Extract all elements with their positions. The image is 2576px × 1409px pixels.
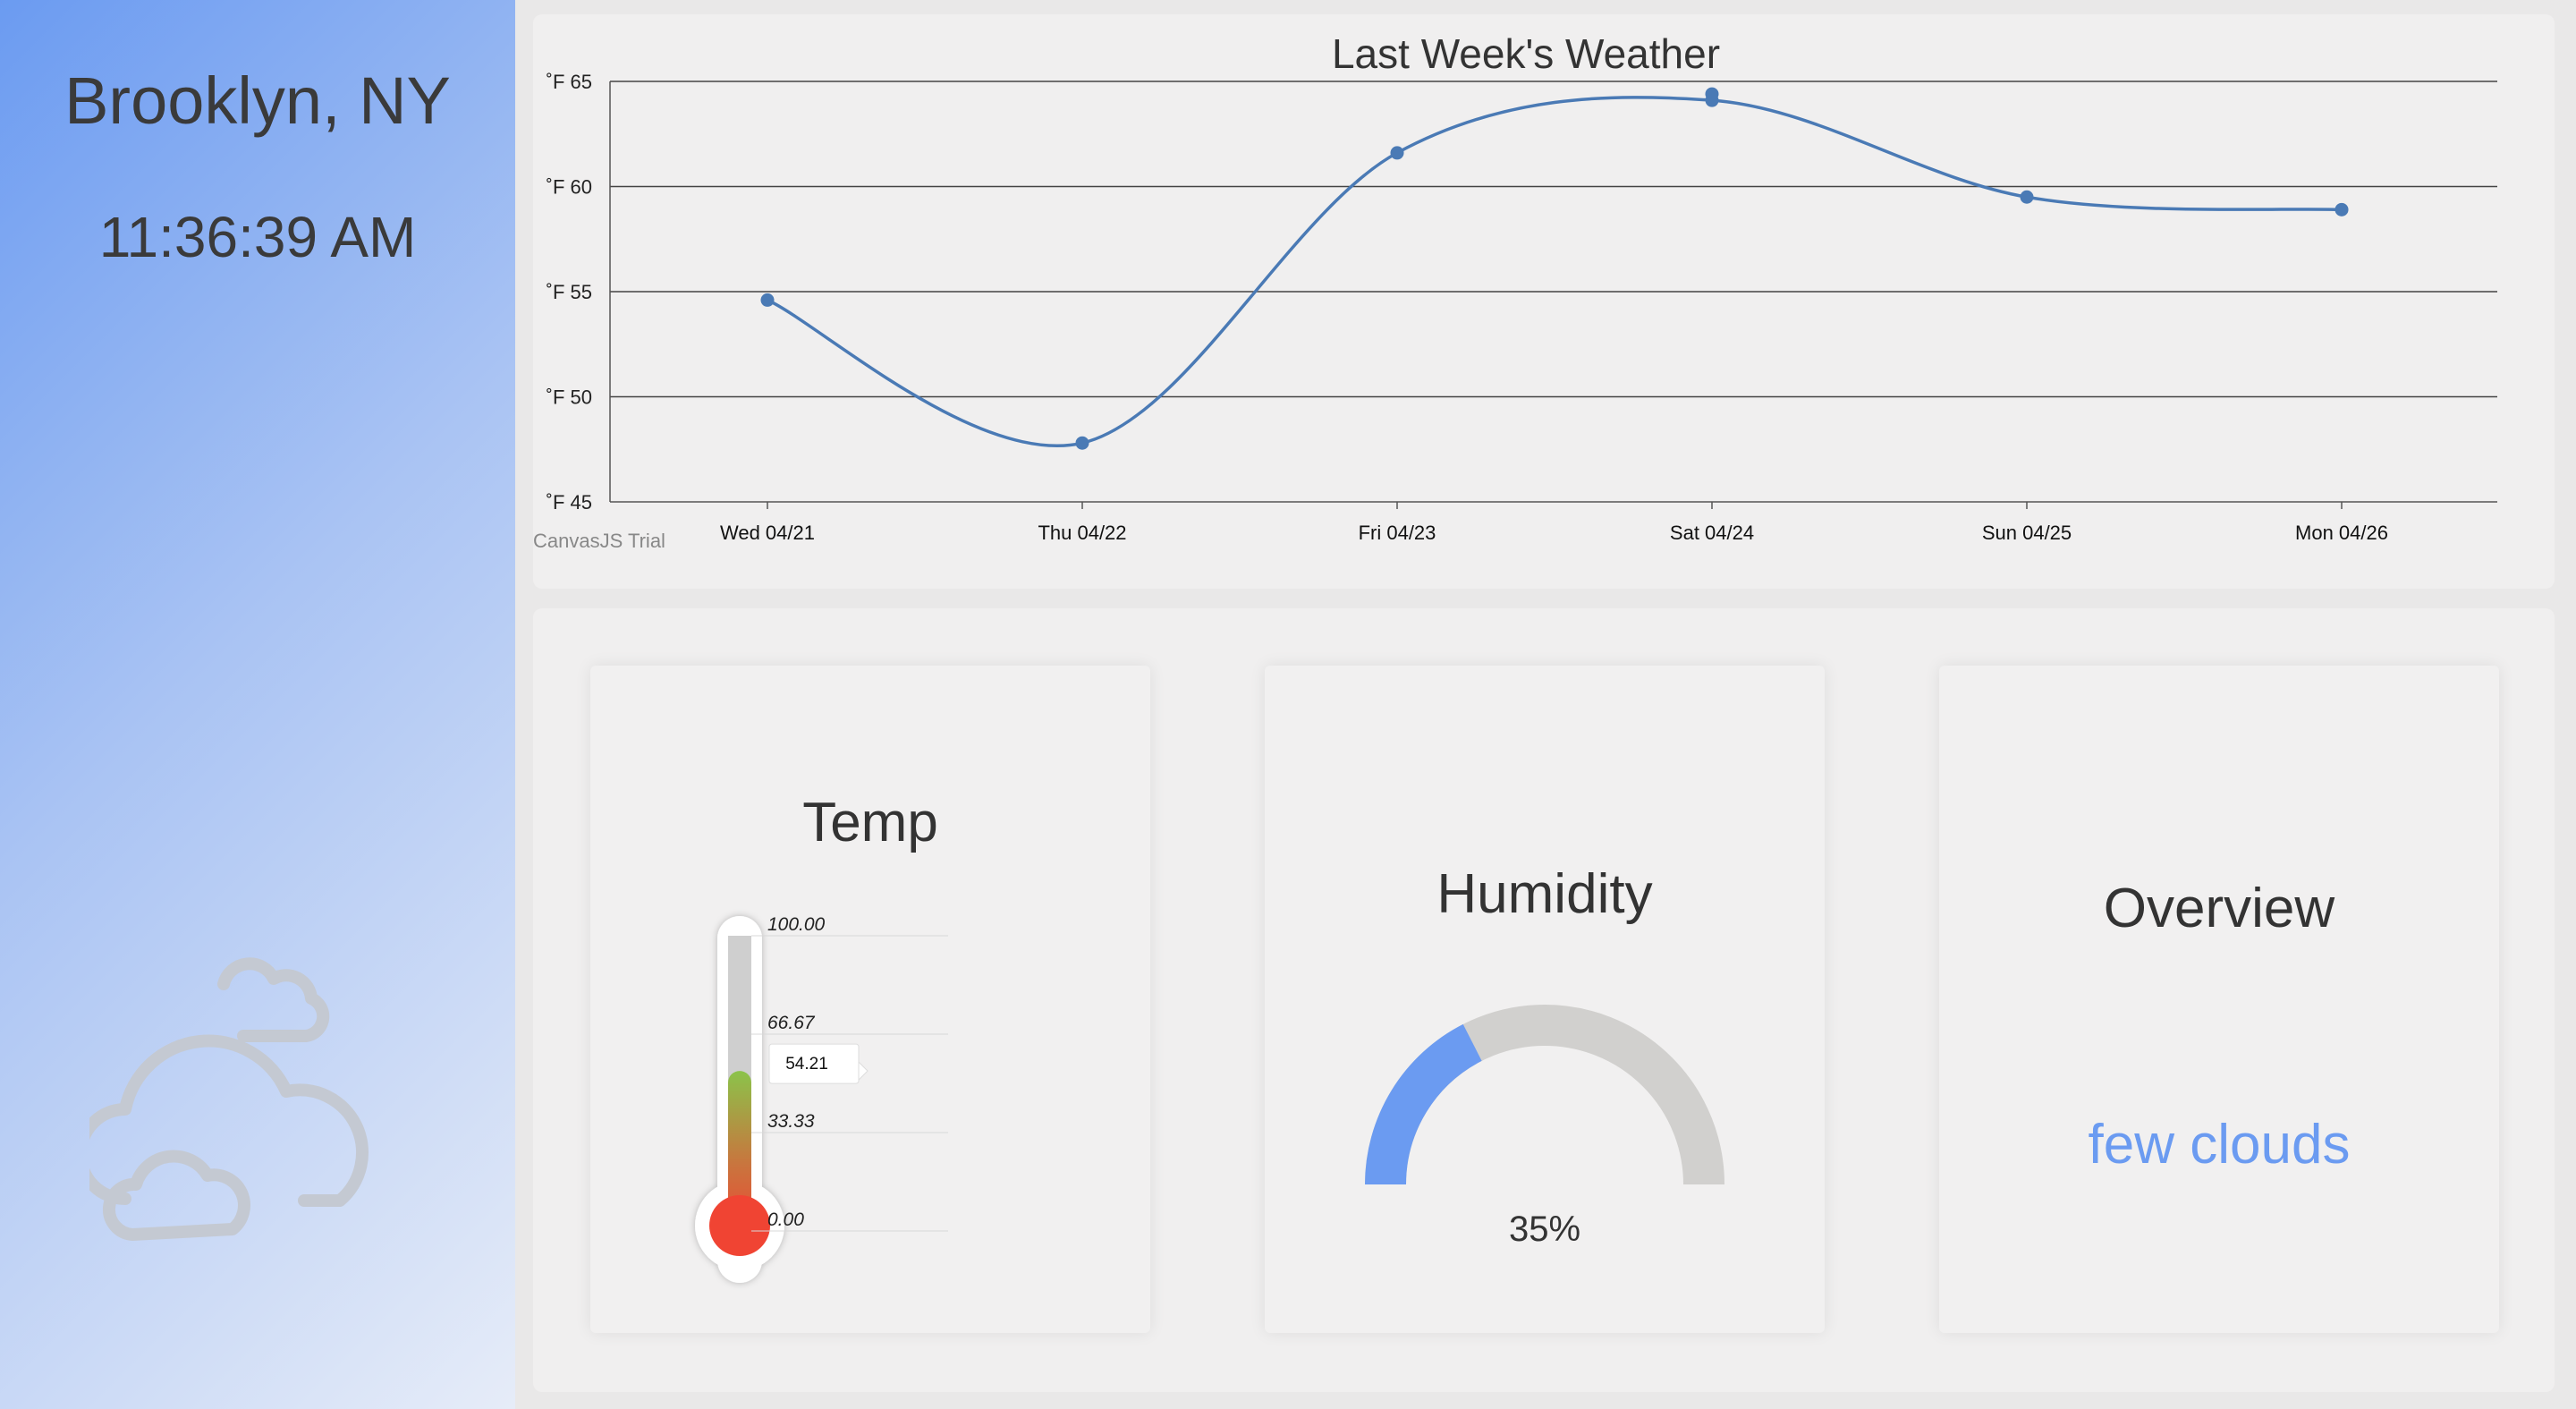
tooltip-pointer — [858, 1060, 869, 1082]
thermometer-tick-label: 0.00 — [767, 1210, 804, 1230]
y-tick-label: ˚F 55 — [547, 281, 592, 303]
weather-line-chart: Last Week's Weather ˚F 45 ˚F 50 ˚F 55 ˚F 60… — [533, 30, 2497, 552]
humidity-card: Humidity 35% — [1265, 666, 1825, 1333]
x-tick-label: Sun 04/25 — [1982, 522, 2072, 544]
data-point[interactable] — [1075, 436, 1089, 450]
overview-title: Overview — [2103, 878, 2335, 939]
data-point[interactable] — [1390, 146, 1404, 160]
humidity-gauge-fill — [1365, 1023, 1483, 1185]
data-point[interactable] — [2020, 190, 2034, 204]
x-tick-label: Fri 04/23 — [1359, 522, 1436, 544]
metrics-panel: Temp 100.00 66.67 33.33 0.00 54.21 Humid… — [533, 608, 2555, 1392]
thermometer-bulb — [709, 1195, 770, 1256]
series-line — [767, 96, 2343, 447]
x-tick-label: Thu 04/22 — [1038, 522, 1126, 544]
thermometer-gauge: 100.00 66.67 33.33 0.00 54.21 — [695, 914, 948, 1283]
sidebar: Brooklyn, NY 11:36:39 AM — [0, 0, 515, 1409]
data-point[interactable] — [760, 293, 775, 307]
current-time: 11:36:39 AM — [98, 205, 417, 269]
temp-card: Temp 100.00 66.67 33.33 0.00 54.21 — [590, 666, 1150, 1333]
city-name: Brooklyn, NY — [64, 64, 451, 138]
y-tick-label: ˚F 45 — [547, 491, 592, 514]
cloud-icon — [89, 957, 369, 1241]
x-tick-label: Sat 04/24 — [1670, 522, 1754, 544]
y-tick-label: ˚F 60 — [547, 176, 592, 199]
weather-chart-panel: Last Week's Weather ˚F 45 ˚F 50 ˚F 55 ˚F 60… — [533, 14, 2555, 589]
chart-watermark: CanvasJS Trial — [533, 530, 665, 552]
thermometer-tick-label: 33.33 — [767, 1111, 815, 1132]
y-tick-label: ˚F 65 — [547, 71, 592, 93]
x-tick-label: Wed 04/21 — [720, 522, 815, 544]
temp-title: Temp — [802, 792, 938, 853]
thermometer-tick-label: 100.00 — [767, 914, 826, 935]
temp-tooltip: 54.21 — [768, 1043, 869, 1084]
humidity-title: Humidity — [1436, 863, 1653, 925]
y-tick-label: ˚F 50 — [547, 386, 592, 409]
overview-card: Overview few clouds — [1939, 666, 2499, 1333]
chart-title: Last Week's Weather — [1332, 30, 1720, 77]
temp-value: 54.21 — [785, 1055, 828, 1074]
overview-description: few clouds — [2088, 1114, 2351, 1176]
x-tick-label: Mon 04/26 — [2295, 522, 2388, 544]
data-point[interactable] — [1705, 87, 1719, 101]
data-point[interactable] — [2334, 202, 2349, 216]
thermometer-tick-label: 66.67 — [767, 1013, 816, 1033]
humidity-value: 35% — [1508, 1210, 1581, 1249]
